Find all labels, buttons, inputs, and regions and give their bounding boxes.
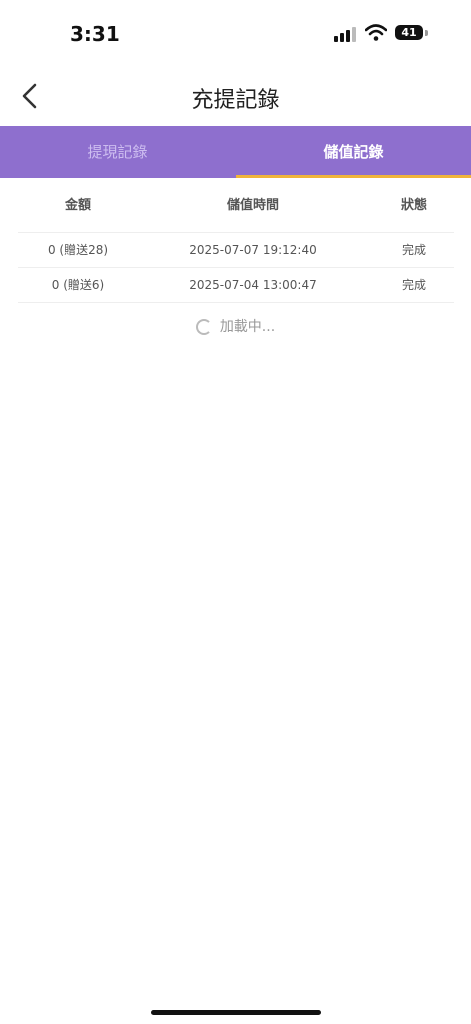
page-title: 充提記錄: [191, 88, 280, 113]
table-row: 0 (贈送6) 2025-07-04 13:00:47 完成: [18, 268, 454, 303]
row-time: 2025-07-07 19:12:40: [189, 243, 317, 257]
row-amount: 0 (贈送28): [47, 243, 109, 257]
battery-icon: 41: [395, 25, 423, 40]
tab-withdrawal-records[interactable]: 提現記錄: [0, 126, 235, 178]
home-indicator[interactable]: [151, 1010, 321, 1015]
status-time: 3:31: [70, 22, 120, 46]
row-amount: 0 (贈送6): [51, 278, 105, 292]
row-status: 完成: [401, 243, 426, 257]
wifi-icon: [365, 24, 387, 41]
column-header-time: 儲值時間: [226, 198, 279, 213]
table-header: 金額 儲值時間 狀態: [18, 188, 454, 233]
row-status: 完成: [401, 278, 426, 292]
table-row: 0 (贈送28) 2025-07-07 19:12:40 完成: [18, 233, 454, 268]
loading-indicator: 加載中...: [0, 316, 471, 342]
spinner-icon: [195, 319, 212, 335]
nav-bar: 充提記錄: [0, 66, 471, 126]
tab-bar: 提現記錄 儲值記錄: [0, 126, 471, 178]
tab-deposit-records[interactable]: 儲值記錄: [236, 126, 471, 178]
column-header-amount: 金額: [64, 198, 91, 213]
row-time: 2025-07-04 13:00:47: [189, 278, 317, 292]
loading-text: 加載中...: [219, 319, 276, 335]
battery-cap: [425, 30, 428, 36]
active-tab-indicator: [236, 175, 471, 178]
status-bar: 3:31 41: [0, 0, 471, 66]
cellular-signal-icon: [334, 26, 358, 42]
column-header-status: 狀態: [400, 198, 427, 213]
